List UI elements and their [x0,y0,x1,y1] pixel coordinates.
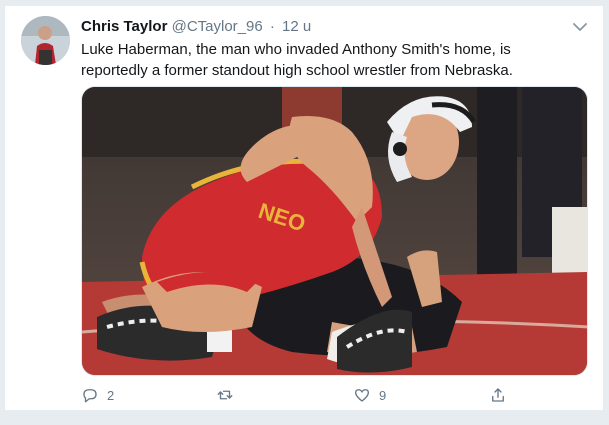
tweet-photo[interactable]: NEO [81,86,588,376]
author-handle[interactable]: @CTaylor_96 [172,18,263,35]
tweet-text: Luke Haberman, the man who invaded Antho… [81,41,513,79]
share-button[interactable] [489,384,507,406]
tweet-card[interactable]: Chris Taylor @CTaylor_96 · 12 u Luke Hab… [5,5,603,411]
reply-count: 2 [107,387,115,403]
tweet-header: Chris Taylor @CTaylor_96 · 12 u [81,17,311,37]
tweet-actions: 2 9 [81,384,521,406]
avatar[interactable] [21,16,70,65]
tweet-timestamp[interactable]: 12 u [282,18,311,35]
heart-icon [354,389,370,402]
like-button[interactable]: 9 [353,384,386,406]
chevron-down-icon[interactable] [571,18,589,36]
author-name[interactable]: Chris Taylor [81,18,167,35]
wrestling-photo: NEO [82,87,587,375]
share-icon [492,388,504,402]
reply-icon [83,389,97,403]
like-count: 9 [379,387,387,403]
separator-dot: · [269,18,275,35]
retweet-button[interactable] [216,384,242,406]
avatar-image [21,16,70,65]
reply-button[interactable]: 2 [81,384,114,406]
retweet-icon [217,390,233,400]
